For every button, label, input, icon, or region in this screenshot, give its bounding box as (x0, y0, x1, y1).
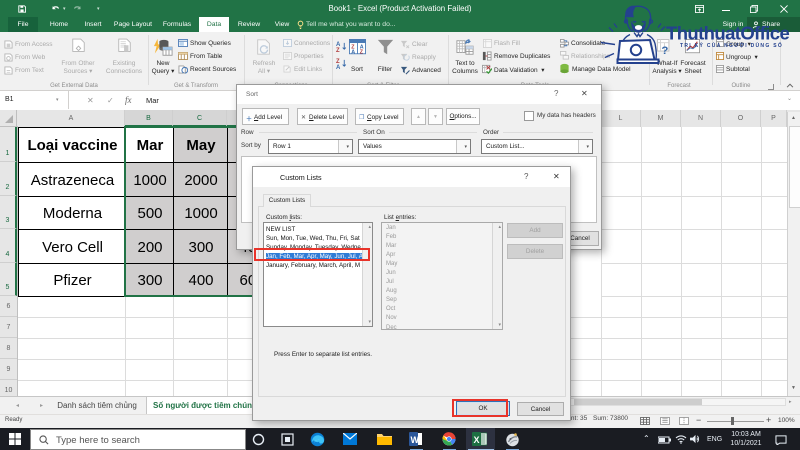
svg-text:X: X (474, 435, 480, 445)
svg-text:Z: Z (336, 48, 340, 52)
svg-text:W: W (411, 435, 420, 445)
svg-text:A: A (351, 49, 355, 55)
svg-text:?: ? (661, 45, 668, 56)
